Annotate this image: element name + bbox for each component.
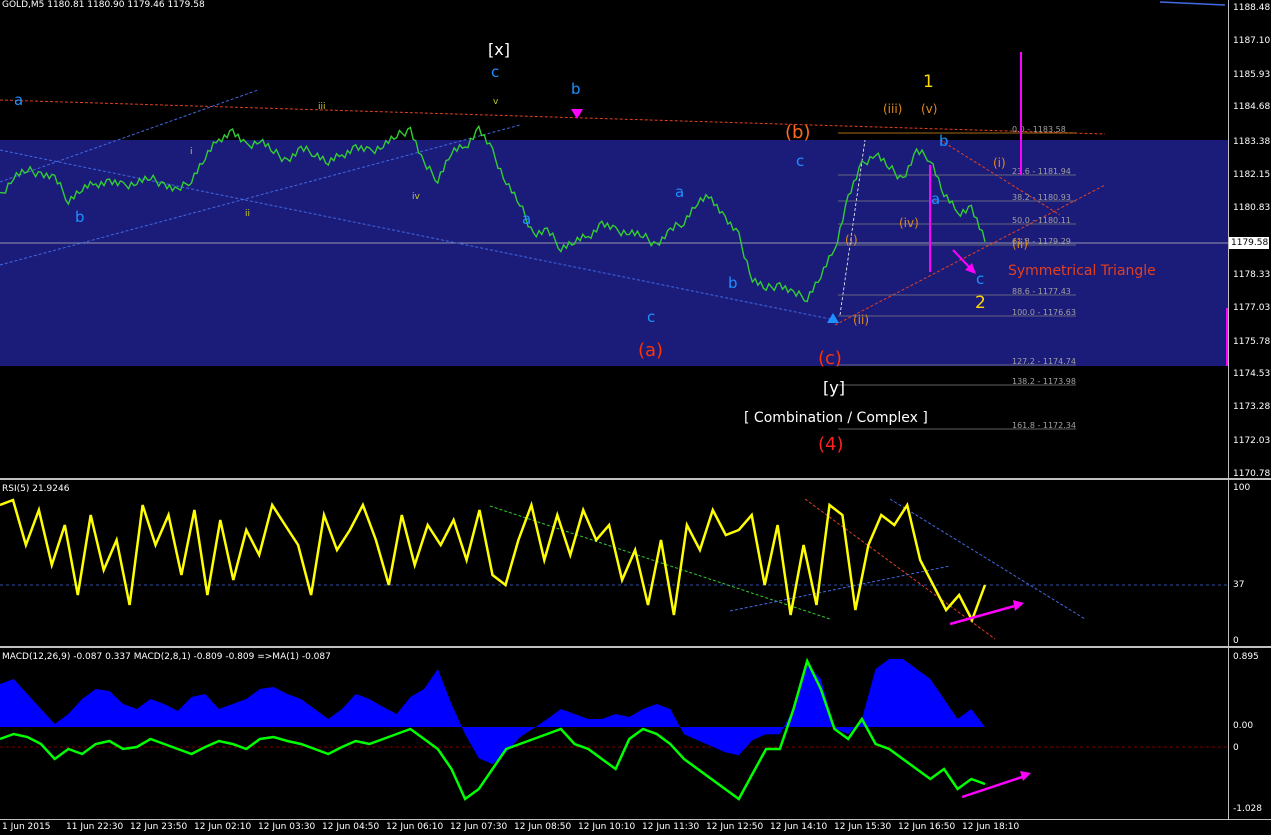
time-axis-label: 12 Jun 03:30 xyxy=(258,822,316,832)
wave-b4-label: b xyxy=(939,132,949,150)
rsi-magenta-arrow xyxy=(949,603,1019,626)
price-axis-label: 1183.38 xyxy=(1233,137,1271,147)
wave-b2-label: b xyxy=(571,80,581,98)
time-axis-label: 12 Jun 08:50 xyxy=(514,822,572,832)
time-axis-label: 12 Jun 10:10 xyxy=(578,822,636,832)
time-axis-label: 12 Jun 06:10 xyxy=(386,822,444,832)
wave-v-paren-label: (v) xyxy=(921,102,938,116)
macd-axis-top: 0.895 xyxy=(1233,652,1259,662)
macd-pane[interactable]: MACD(12,26,9) -0.087 0.337 MACD(2,8,1) -… xyxy=(0,649,1228,819)
wave-c-label: c xyxy=(491,63,500,81)
time-axis-label: 12 Jun 16:50 xyxy=(898,822,956,832)
current-price-tag: 1179.58 xyxy=(1229,237,1269,249)
wave-c-paren-label: (c) xyxy=(818,348,842,369)
upper-trendline xyxy=(0,99,1106,135)
time-axis-label: 1 Jun 2015 xyxy=(2,822,51,832)
fib-label: 38.2 - 1180.93 xyxy=(1012,193,1071,202)
time-axis-label: 12 Jun 02:10 xyxy=(194,822,252,832)
macd-axis-zero-2: 0 xyxy=(1233,743,1239,753)
price-axis-label: 1185.93 xyxy=(1233,70,1271,80)
wave-i-paren2-label: (i) xyxy=(845,233,858,247)
wave-ii-paren-label: (ii) xyxy=(1012,237,1029,251)
combination-label: [ Combination / Complex ] xyxy=(744,410,928,426)
price-axis-label: 1187.10 xyxy=(1233,36,1271,46)
wave-x-label: [x] xyxy=(488,40,510,59)
fib-label: 100.0 - 1176.63 xyxy=(1012,308,1076,317)
time-axis-label: 12 Jun 12:50 xyxy=(706,822,764,832)
main-header: GOLD,M5 1180.81 1180.90 1179.46 1179.58 xyxy=(2,0,205,10)
rsi-svg xyxy=(0,498,1228,640)
rsi-axis-0: 0 xyxy=(1233,636,1239,646)
fib-label: 88.6 - 1177.43 xyxy=(1012,287,1071,296)
wave-a-paren-label: (a) xyxy=(638,340,664,361)
macd-header: MACD(12,26,9) -0.087 0.337 MACD(2,8,1) -… xyxy=(2,652,331,662)
wave-b-label: b xyxy=(75,208,85,226)
rsi-series xyxy=(0,498,987,624)
time-axis-label: 12 Jun 15:30 xyxy=(834,822,892,832)
wave-a2-label: a xyxy=(522,210,532,228)
pane-separator-2 xyxy=(0,646,1271,648)
small-v-label: v xyxy=(493,97,499,107)
wave-a4-label: a xyxy=(931,190,941,208)
wave-i-paren-label: (i) xyxy=(993,156,1006,170)
price-axis-label: 1174.53 xyxy=(1233,369,1271,379)
price-axis-label: 1170.78 xyxy=(1233,469,1271,479)
price-axis-label: 1180.83 xyxy=(1233,203,1271,213)
price-axis-label: 1172.03 xyxy=(1233,436,1271,446)
small-i-label: i xyxy=(190,147,193,157)
macd-magenta-arrowhead xyxy=(1020,771,1031,781)
price-axis-label: 1175.78 xyxy=(1233,337,1271,347)
wave-ii-paren2-label: (ii) xyxy=(853,313,870,327)
macd-axis-bottom: -1.028 xyxy=(1233,804,1263,814)
wave-c2-label: c xyxy=(796,152,805,170)
wave-1-label: 1 xyxy=(923,72,934,92)
wave-y-label: [y] xyxy=(823,378,845,397)
time-axis-label: 12 Jun 18:10 xyxy=(962,822,1020,832)
fib-label: 50.0 - 1180.11 xyxy=(1012,216,1071,225)
small-iii-label: iii xyxy=(318,102,326,112)
price-axis-label: 1173.28 xyxy=(1233,402,1271,412)
wave-4-label: (4) xyxy=(818,434,844,455)
wave-iii-paren-label: (iii) xyxy=(883,102,903,116)
price-axis-label: 1177.03 xyxy=(1233,303,1271,313)
wave-a-label: a xyxy=(14,91,24,109)
small-iv-label: iv xyxy=(412,192,420,202)
rsi-axis-37: 37 xyxy=(1233,580,1245,590)
price-chart-svg[interactable]: 0.0 - 1183.5823.6 - 1181.9438.2 - 1180.9… xyxy=(0,0,1228,478)
time-axis-label: 12 Jun 11:30 xyxy=(642,822,700,832)
fib-label: 161.8 - 1172.34 xyxy=(1012,421,1076,430)
fib-label: 127.2 - 1174.74 xyxy=(1012,357,1076,366)
rsi-trendline-red xyxy=(804,498,996,640)
macd-axis-zero-1: 0.00 xyxy=(1233,721,1254,731)
fib-label: 138.2 - 1173.98 xyxy=(1012,377,1076,386)
time-axis-label: 12 Jun 23:50 xyxy=(130,822,188,832)
wave-c3-label: c xyxy=(647,308,656,326)
wave-2-label: 2 xyxy=(975,293,986,313)
rsi-magenta-arrowhead xyxy=(1013,600,1024,611)
price-chart-pane[interactable]: 0.0 - 1183.58 23.6 - 1181.94 38.2 - 1180.9… xyxy=(0,0,1228,478)
rsi-axis-100: 100 xyxy=(1233,483,1251,493)
time-axis-label: 12 Jun 04:50 xyxy=(322,822,380,832)
rsi-pane[interactable]: RSI(5) 21.9246 xyxy=(0,481,1228,645)
symmetrical-triangle-label: Symmetrical Triangle xyxy=(1008,263,1156,279)
wave-c4-label: c xyxy=(976,270,985,288)
wave-b3-label: b xyxy=(728,274,738,292)
wave-iv-paren-label: (iv) xyxy=(899,216,919,230)
price-axis-label: 1184.68 xyxy=(1233,102,1271,112)
time-axis-label: 12 Jun 07:30 xyxy=(450,822,508,832)
wave-b-paren-label: (b) xyxy=(785,122,811,143)
macd-histogram xyxy=(0,659,985,765)
time-axis-label: 11 Jun 22:30 xyxy=(66,822,124,832)
price-axis-label: 1178.33 xyxy=(1233,270,1271,280)
pane-separator-1 xyxy=(0,478,1271,480)
price-axis-label: 1188.48 xyxy=(1233,3,1271,13)
top-right-line xyxy=(1159,1,1226,6)
time-axis-label: 12 Jun 14:10 xyxy=(770,822,828,832)
rsi-header: RSI(5) 21.9246 xyxy=(2,484,70,494)
rsi-trendline-green xyxy=(489,505,831,620)
wave-a3-label: a xyxy=(675,183,685,201)
macd-svg xyxy=(0,657,1228,801)
price-axis-label: 1182.15 xyxy=(1233,170,1271,180)
small-ii-label: ii xyxy=(245,209,251,219)
